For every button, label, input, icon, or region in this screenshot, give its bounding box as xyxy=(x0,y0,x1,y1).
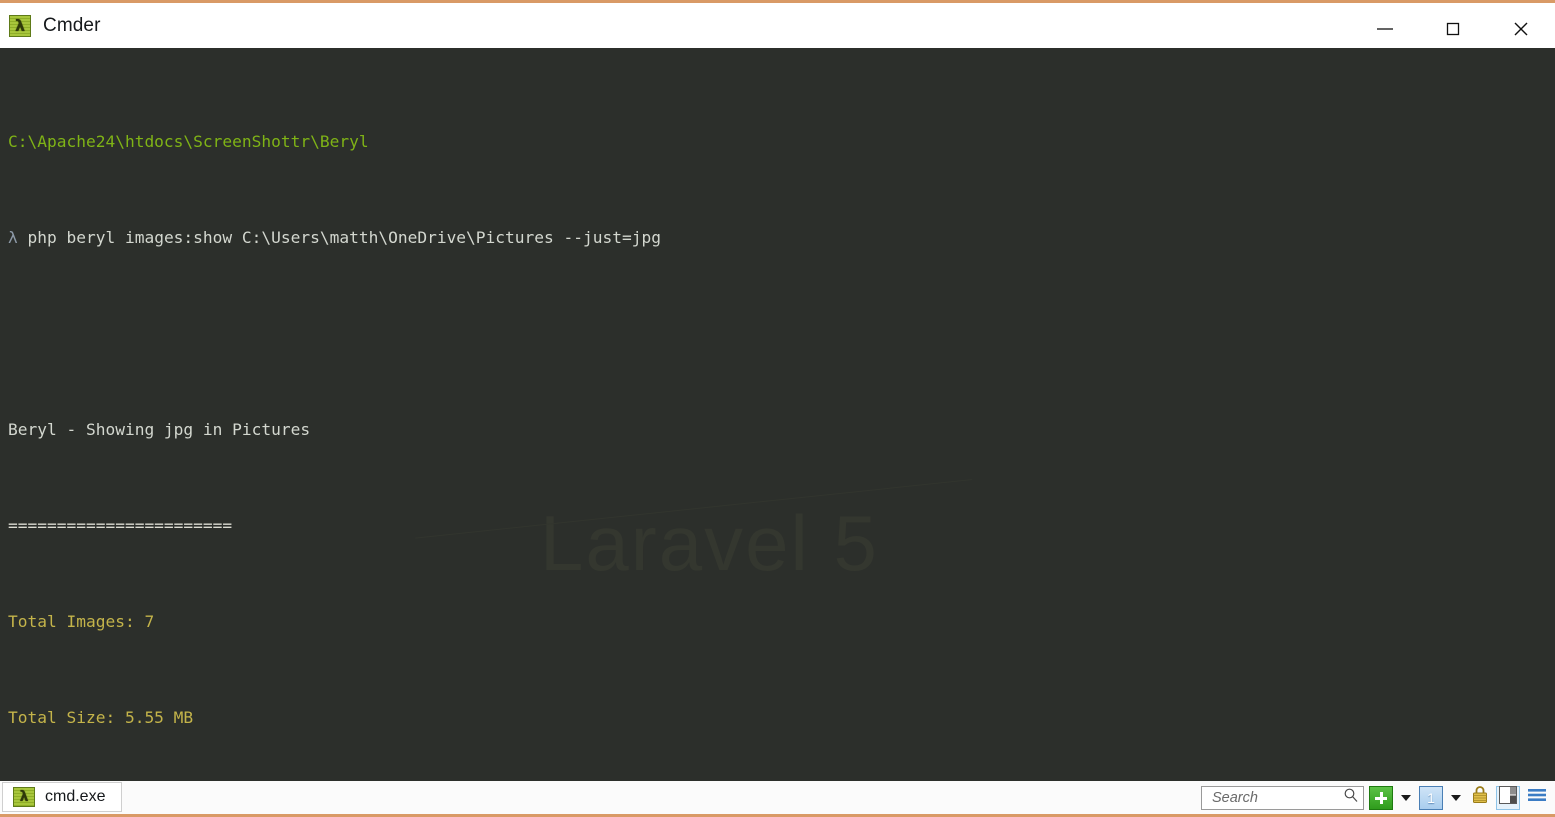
command-text: php beryl images:show C:\Users\matth\One… xyxy=(27,228,661,247)
terminal-output-area[interactable]: Laravel 5 C:\Apache24\htdocs\ScreenShott… xyxy=(0,48,1555,781)
total-size-line: Total Size: 5.55 MB xyxy=(8,706,1555,730)
status-bar-toolbar: 1 xyxy=(1201,781,1555,814)
chevron-down-icon xyxy=(1401,794,1411,801)
lambda-glyph: λ xyxy=(19,789,29,805)
window-controls xyxy=(1351,6,1555,51)
window-title: Cmder xyxy=(43,14,101,36)
path-text-1: C:\Apache24\htdocs\ScreenShottr\Beryl xyxy=(8,132,369,151)
total-images-text: Total Images: 7 xyxy=(8,612,155,631)
active-console-button[interactable]: 1 xyxy=(1419,785,1443,810)
active-console-dropdown[interactable] xyxy=(1448,786,1464,810)
magnifier-icon xyxy=(1343,787,1359,808)
close-button[interactable] xyxy=(1487,6,1555,51)
maximize-icon xyxy=(1444,20,1462,38)
command-line: λ php beryl images:show C:\Users\matth\O… xyxy=(8,226,1555,250)
close-icon xyxy=(1511,19,1531,39)
padlock-icon xyxy=(1470,784,1490,811)
title-bar: λ Cmder xyxy=(0,0,1555,48)
new-console-button[interactable] xyxy=(1369,785,1393,810)
search-input[interactable] xyxy=(1210,788,1343,807)
console-tab-cmd[interactable]: λ cmd.exe xyxy=(2,782,123,812)
lock-button[interactable] xyxy=(1469,786,1491,810)
lambda-glyph: λ xyxy=(14,15,26,35)
cmder-lambda-icon: λ xyxy=(13,787,35,807)
cmder-lambda-icon: λ xyxy=(9,14,31,37)
output-heading: Beryl - Showing jpg in Pictures xyxy=(8,418,1555,442)
status-bar: λ cmd.exe 1 xyxy=(0,781,1555,817)
search-box[interactable] xyxy=(1201,785,1364,810)
split-pane-button[interactable] xyxy=(1496,785,1520,810)
cmder-window: λ Cmder Laravel 5 C:\Apache24\htdocs\Scr… xyxy=(0,0,1555,817)
separator-top: ======================= xyxy=(8,514,1555,538)
split-pane-icon xyxy=(1499,786,1517,809)
maximize-button[interactable] xyxy=(1419,6,1487,51)
total-images-line: Total Images: 7 xyxy=(8,610,1555,634)
console-tab-label: cmd.exe xyxy=(45,788,106,805)
prompt-path-line-1: C:\Apache24\htdocs\ScreenShottr\Beryl xyxy=(8,130,1555,154)
hamburger-menu-icon xyxy=(1527,787,1547,808)
command-spacer xyxy=(18,228,28,247)
minimize-button[interactable] xyxy=(1351,6,1419,51)
chevron-down-icon xyxy=(1451,794,1461,801)
new-console-dropdown[interactable] xyxy=(1398,786,1414,810)
prompt-lambda-1: λ xyxy=(8,228,18,247)
separator-top-text: ======================= xyxy=(8,516,233,535)
terminal-lines: C:\Apache24\htdocs\ScreenShottr\Beryl λ … xyxy=(8,58,1555,781)
minimize-icon xyxy=(1375,23,1395,35)
total-size-text: Total Size: 5.55 MB xyxy=(8,708,194,727)
status-bar-spacer xyxy=(122,781,1201,814)
heading-text: Beryl - Showing jpg in Pictures xyxy=(8,420,311,439)
menu-button[interactable] xyxy=(1525,786,1549,810)
